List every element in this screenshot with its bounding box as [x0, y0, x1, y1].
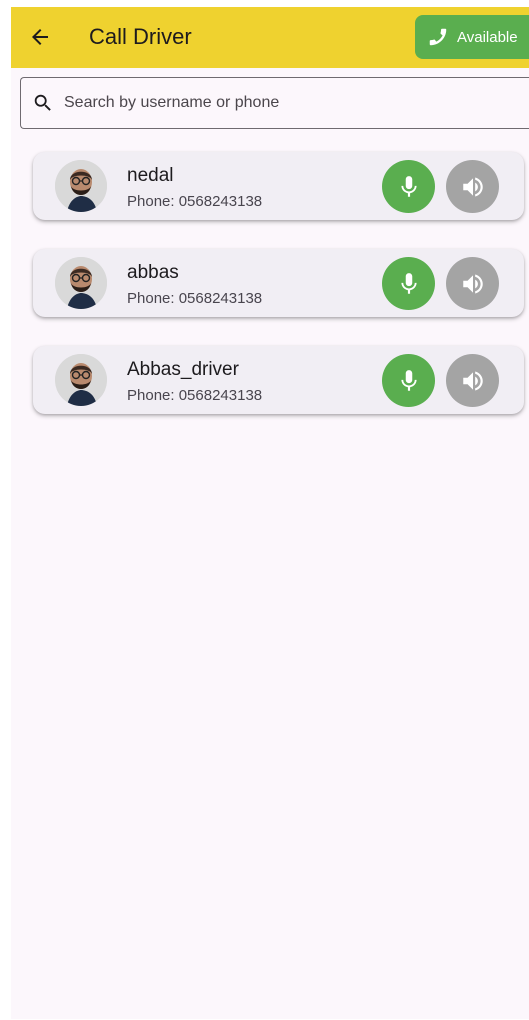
driver-card-abbas-driver[interactable]: Abbas_driver Phone: 0568243138 — [33, 346, 524, 414]
driver-name: Abbas_driver — [127, 359, 239, 380]
avatar — [55, 257, 107, 309]
search-box[interactable] — [20, 77, 529, 129]
speaker-button[interactable] — [446, 160, 499, 213]
driver-phone: Phone: 0568243138 — [127, 387, 263, 404]
search-icon — [32, 92, 54, 114]
arrow-back-icon — [32, 29, 48, 45]
available-label: Available — [457, 28, 518, 46]
page-title: Call Driver — [89, 24, 192, 49]
speaker-icon — [462, 273, 483, 294]
available-button[interactable]: Available — [415, 15, 529, 59]
speaker-icon — [462, 176, 483, 197]
microphone-icon — [400, 175, 417, 197]
driver-name: abbas — [127, 262, 179, 283]
back-button[interactable] — [25, 22, 55, 52]
microphone-icon — [400, 369, 417, 391]
voice-call-button[interactable] — [382, 257, 435, 310]
speaker-button[interactable] — [446, 354, 499, 407]
phone-icon — [427, 26, 449, 48]
driver-card-abbas[interactable]: abbas Phone: 0568243138 — [33, 249, 524, 317]
app-screen: Call Driver Available Search by username… — [11, 7, 529, 1019]
driver-name: nedal — [127, 165, 174, 186]
avatar — [55, 354, 107, 406]
voice-call-button[interactable] — [382, 354, 435, 407]
speaker-icon — [462, 370, 483, 391]
app-bar: Call Driver Available — [11, 7, 529, 68]
driver-phone: Phone: 0568243138 — [127, 290, 263, 307]
search-input[interactable] — [62, 93, 506, 113]
speaker-button[interactable] — [446, 257, 499, 310]
driver-card-nedal[interactable]: nedal Phone: 0568243138 — [33, 152, 524, 220]
microphone-icon — [400, 272, 417, 294]
voice-call-button[interactable] — [382, 160, 435, 213]
driver-phone: Phone: 0568243138 — [127, 193, 263, 210]
avatar — [55, 160, 107, 212]
